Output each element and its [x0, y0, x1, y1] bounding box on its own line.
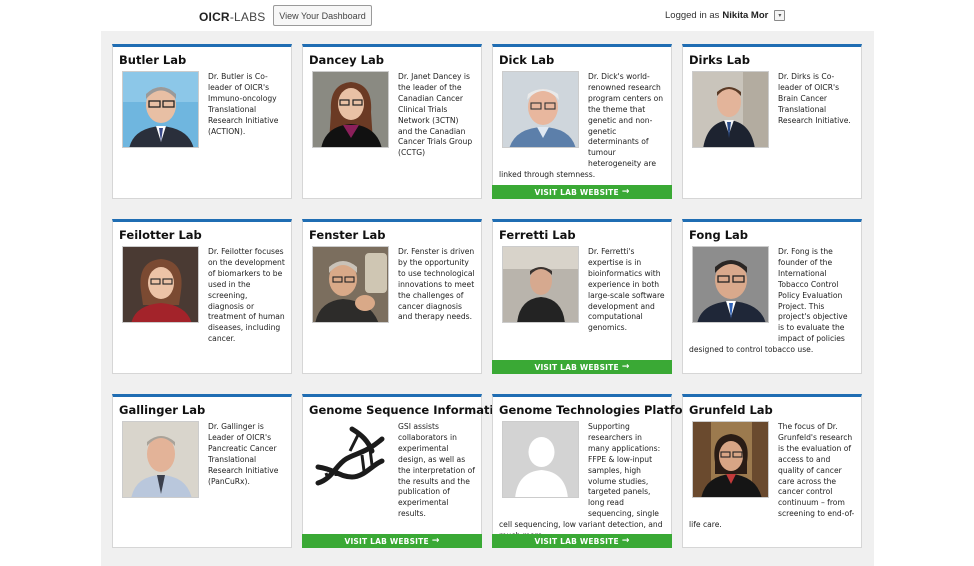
lab-card-gallinger[interactable]: Gallinger Lab Dr. Gallinger is Leader of… [112, 394, 292, 548]
lab-title[interactable]: Grunfeld Lab [689, 403, 773, 417]
lab-description: Dr. Janet Dancey is the leader of the Ca… [398, 72, 473, 158]
button-label: VISIT LAB WEBSITE [534, 187, 619, 197]
visit-lab-website-button[interactable]: VISIT LAB WEBSITE → [492, 534, 672, 548]
lab-description: Dr. Fenster is driven by the opportunity… [398, 247, 475, 322]
user-name: Nikita Mor [722, 10, 769, 21]
brand-rest: -LABS [229, 10, 266, 24]
arrow-right-icon: → [621, 536, 630, 546]
lab-description: Dr. Dick's world-renowned research progr… [499, 72, 664, 180]
lab-card-gsi[interactable]: Genome Sequence Informatics GSI assists … [302, 394, 507, 548]
lab-title[interactable]: Butler Lab [119, 53, 186, 67]
lab-description: Dr. Dirks is Co-leader of OICR's Brain C… [778, 72, 851, 125]
lab-card-dick[interactable]: Dick Lab Dr. Dick's world-renowned resea… [492, 44, 672, 199]
lab-card-fenster[interactable]: Fenster Lab Dr. Fenster is driven by the… [302, 219, 482, 374]
lab-grid: Butler Lab Dr. Butler is Co-leader of OI… [101, 31, 874, 566]
lab-card-grunfeld[interactable]: Grunfeld Lab The focus of Dr. Grunfeld's… [682, 394, 862, 548]
lab-card-ferretti[interactable]: Ferretti Lab Dr. Ferretti's expertise is… [492, 219, 672, 374]
lab-description: Dr. Ferretti's expertise is in bioinform… [588, 247, 665, 333]
lab-card-dancey[interactable]: Dancey Lab Dr. Janet Dancey is the leade… [302, 44, 482, 199]
button-label: VISIT LAB WEBSITE [534, 362, 619, 372]
logged-in-label: Logged in as [665, 10, 720, 21]
arrow-right-icon: → [621, 187, 630, 197]
lab-title[interactable]: Genome Sequence Informatics [309, 403, 507, 417]
lab-description: Dr. Feilotter focuses on the development… [208, 247, 285, 344]
button-label: VISIT LAB WEBSITE [344, 536, 429, 546]
arrow-right-icon: → [431, 536, 440, 546]
visit-lab-website-button[interactable]: VISIT LAB WEBSITE → [492, 360, 672, 374]
lab-title[interactable]: Dick Lab [499, 53, 554, 67]
arrow-right-icon: → [621, 362, 630, 372]
button-label: VISIT LAB WEBSITE [534, 536, 619, 546]
lab-card-gtp[interactable]: Genome Technologies Platform Supporting … [492, 394, 700, 548]
lab-title[interactable]: Dancey Lab [309, 53, 384, 67]
lab-card-dirks[interactable]: Dirks Lab Dr. Dirks is Co-leader of OICR… [682, 44, 862, 199]
visit-lab-website-button[interactable]: VISIT LAB WEBSITE → [302, 534, 482, 548]
visit-lab-website-button[interactable]: VISIT LAB WEBSITE → [492, 185, 672, 199]
lab-description: The focus of Dr. Grunfeld's research is … [689, 422, 855, 530]
lab-description: Dr. Gallinger is Leader of OICR's Pancre… [208, 422, 279, 486]
lab-card-butler[interactable]: Butler Lab Dr. Butler is Co-leader of OI… [112, 44, 292, 199]
lab-title[interactable]: Feilotter Lab [119, 228, 202, 242]
lab-title[interactable]: Fenster Lab [309, 228, 386, 242]
lab-card-fong[interactable]: Fong Lab Dr. Fong is the founder of the … [682, 219, 862, 374]
view-dashboard-button[interactable]: View Your Dashboard [273, 5, 372, 26]
user-menu-caret-icon[interactable]: ▾ [774, 10, 786, 21]
lab-card-feilotter[interactable]: Feilotter Lab Dr. Feilotter focuses on t… [112, 219, 292, 374]
lab-description: Dr. Butler is Co-leader of OICR's Immuno… [208, 72, 279, 136]
lab-title[interactable]: Dirks Lab [689, 53, 750, 67]
lab-title[interactable]: Gallinger Lab [119, 403, 205, 417]
top-bar: OICR-LABS View Your Dashboard Logged in … [0, 0, 974, 31]
lab-description: GSI assists collaborators in experimenta… [398, 422, 475, 519]
lab-title[interactable]: Ferretti Lab [499, 228, 576, 242]
login-status: Logged in as Nikita Mor ▾ [665, 10, 786, 21]
site-logo[interactable]: OICR-LABS [199, 10, 266, 24]
lab-description: Supporting researchers in many applicati… [499, 422, 663, 540]
lab-description: Dr. Fong is the founder of the Internati… [689, 247, 848, 355]
brand-bold: OICR [199, 10, 230, 24]
lab-title[interactable]: Genome Technologies Platform [499, 403, 700, 417]
lab-title[interactable]: Fong Lab [689, 228, 748, 242]
